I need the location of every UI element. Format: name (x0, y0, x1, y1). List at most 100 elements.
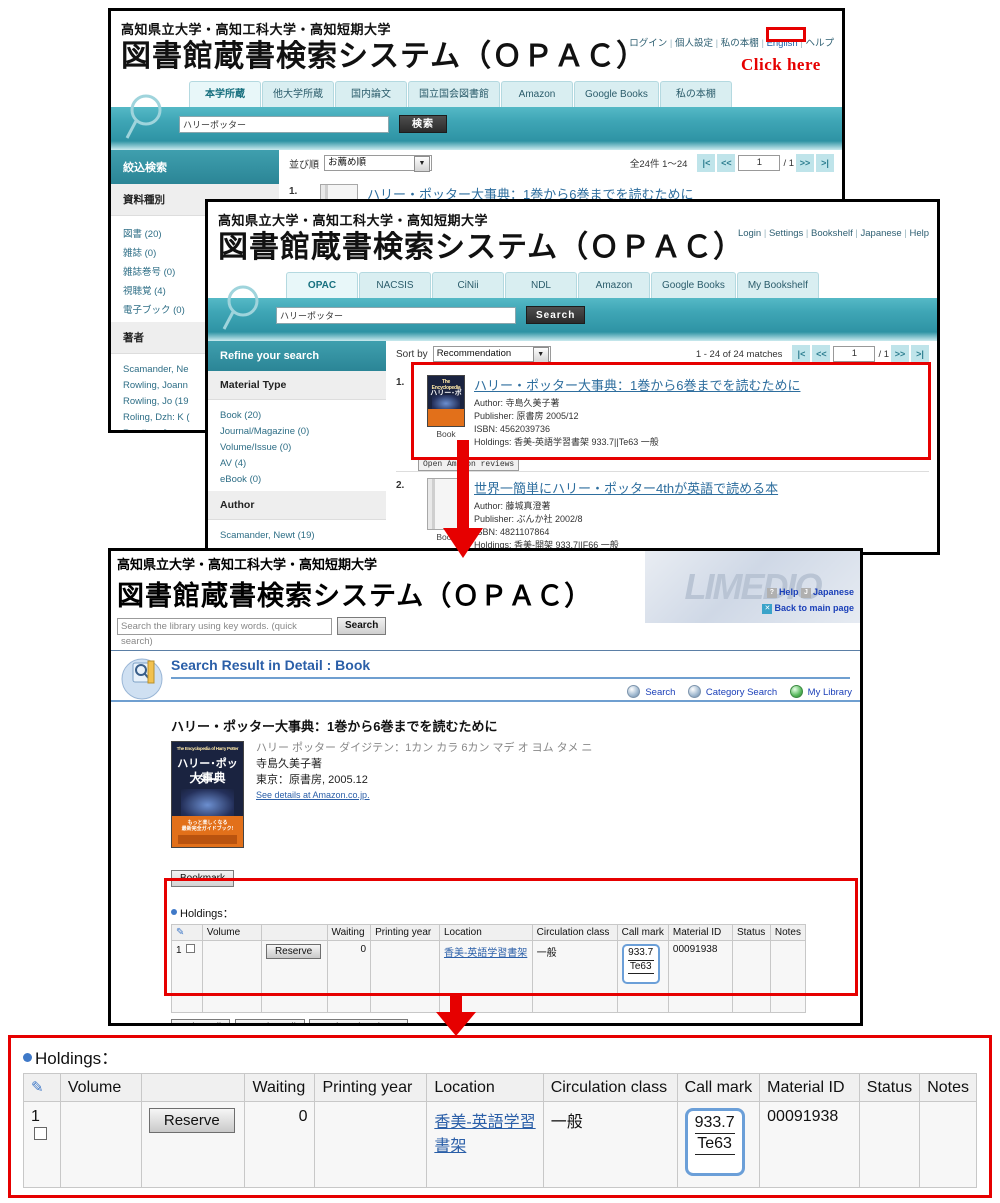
en-tab-amazon[interactable]: Amazon (578, 272, 650, 298)
jp-search-input[interactable]: ハリーポッター (179, 115, 389, 133)
en-link-settings[interactable]: Settings (769, 228, 803, 239)
jp-tab-cinii[interactable]: 国内論文 (335, 81, 407, 107)
en-facet-ebook[interactable]: eBook (0) (220, 471, 374, 487)
jp-tab-google-books[interactable]: Google Books (574, 81, 659, 107)
jp-page-input[interactable]: 1 (738, 155, 781, 171)
en-tab-google-books[interactable]: Google Books (651, 272, 736, 298)
quick-search-row: Search the library using key words. (qui… (117, 617, 387, 647)
holdings-row-action: Reserve (140, 1101, 246, 1188)
nav-my-library-link[interactable]: My Library (786, 685, 852, 698)
my-library-icon (789, 685, 803, 698)
detail-book-block: ハリー・ポッター大事典：1巻から6巻までを読むために The Encyclope… (111, 702, 860, 1023)
en-result-count: 1 - 24 of 24 matches (695, 348, 783, 360)
bookmark-button[interactable]: Bookmark (171, 870, 235, 887)
quick-search-button[interactable]: Search (337, 617, 387, 635)
library-globe-icon (121, 658, 163, 700)
en-prev-page-button[interactable]: << (812, 345, 831, 363)
arrow-holdings-to-zoom (436, 996, 476, 1036)
en-result-title[interactable]: ハリー・ポッター大事典：1巻から6巻までを読むために (474, 375, 929, 397)
en-author-1[interactable]: Scamander, Newt (19) (220, 527, 374, 543)
jp-link-bookshelf[interactable]: 私の本棚 (721, 38, 759, 49)
deselect-all-button[interactable]: Deselect All (234, 1019, 305, 1023)
en-link-help[interactable]: Help (909, 228, 929, 239)
detail-back-row: ✕ Back to main page (762, 603, 854, 614)
jp-last-page-button[interactable]: >| (816, 154, 834, 172)
en-search-bar: ハリーポッター Search (208, 285, 937, 341)
en-result-publisher: Publisher: 原書房 2005/12 (474, 411, 579, 422)
en-next-page-button[interactable]: >> (891, 345, 909, 363)
en-search-input[interactable]: ハリーポッター (276, 306, 516, 324)
en-search-button[interactable]: Search (526, 306, 586, 324)
holdings-col-action (140, 1073, 246, 1102)
jp-tab-nacsis[interactable]: 他大学所蔵 (262, 81, 334, 107)
jp-tab-ndl[interactable]: 国立国会図書館 (408, 81, 500, 107)
en-facet-av[interactable]: AV (4) (220, 455, 374, 471)
detail-japanese-link[interactable]: Japanese (813, 587, 854, 597)
detail-nav-row: Search Category Search My Library (111, 679, 860, 702)
holdings-row-notes (769, 940, 807, 1013)
holdings-col-pin: ✎ (171, 924, 203, 941)
holdings-row-index: 1 (23, 1101, 61, 1188)
nav-category-search-link[interactable]: Category Search (684, 685, 777, 698)
en-page-input[interactable]: 1 (833, 346, 876, 362)
reserve-button[interactable]: Reserve (265, 944, 322, 959)
jp-tab-opac[interactable]: 本学所蔵 (189, 81, 261, 107)
holdings-col-circulation-class: Circulation class (531, 924, 618, 941)
en-sidebar: Refine your search Material Type Book (2… (208, 341, 386, 552)
detail-help-links: ? Help J Japanese (766, 587, 854, 598)
book-cover-icon: The Encyclopediaハリー･ポッター (427, 375, 465, 427)
table-row: 1 Reserve 0 香美-英語学習書架 一般 933.7 Te63 0009… (171, 940, 807, 1013)
en-tab-nacsis[interactable]: NACSIS (359, 272, 431, 298)
holdings-row-checkbox[interactable] (34, 1127, 47, 1140)
detail-amazon-link[interactable]: See details at Amazon.co.jp. (256, 789, 592, 802)
en-link-bookshelf[interactable]: Bookshelf (811, 228, 853, 239)
en-link-login[interactable]: Login (738, 228, 761, 239)
en-link-japanese[interactable]: Japanese (861, 228, 902, 239)
en-facet-journal[interactable]: Journal/Magazine (0) (220, 423, 374, 439)
en-sort-select[interactable]: Recommendation (432, 346, 551, 363)
back-to-main-page-link[interactable]: Back to main page (774, 603, 854, 613)
reserve-button[interactable]: Reserve (148, 1108, 235, 1133)
en-top-links: Login | Settings | Bookshelf | Japanese … (737, 228, 929, 239)
en-facet-volume[interactable]: Volume/Issue (0) (220, 439, 374, 455)
holdings-col-waiting: Waiting (244, 1073, 316, 1102)
en-tab-my-bookshelf[interactable]: My Bookshelf (736, 272, 819, 298)
nav-search-link[interactable]: Search (623, 685, 675, 698)
holdings-col-pin: ✎ (23, 1073, 61, 1102)
jp-link-english[interactable]: English (767, 38, 798, 49)
en-facet-book[interactable]: Book (20) (220, 407, 374, 423)
call-mark-top: 933.7 (627, 947, 654, 961)
jp-tab-my-bookshelf[interactable]: 私の本棚 (659, 81, 732, 107)
en-result-holdings: Holdings: 香美-英語学習書架 933.7||Te63 一般 (474, 437, 659, 448)
quick-search-input[interactable]: Search the library using key words. (qui… (117, 617, 332, 647)
en-last-page-button[interactable]: >| (911, 345, 929, 363)
holdings-row-checkbox[interactable] (186, 944, 196, 953)
holdings-col-printing-year: Printing year (314, 1073, 428, 1102)
jp-sort-select[interactable]: お薦め順 (324, 155, 432, 172)
en-tab-opac[interactable]: OPAC (286, 272, 358, 298)
jp-link-settings[interactable]: 個人設定 (675, 38, 713, 49)
en-tab-cinii[interactable]: CiNii (432, 272, 504, 298)
holdings-col-material-id: Material ID (759, 1073, 860, 1102)
en-result-author: Author: 藤城真澄著 (474, 501, 551, 512)
jp-link-help[interactable]: ヘルプ (805, 38, 834, 49)
en-result-title[interactable]: 世界一簡単にハリー・ポッター4thが英語で読める本 (474, 478, 929, 500)
select-all-button[interactable]: Select All (171, 1019, 231, 1023)
jp-next-page-button[interactable]: >> (796, 154, 814, 172)
jp-first-page-button[interactable]: |< (697, 154, 716, 172)
call-mark-bottom: Te63 (694, 1134, 735, 1155)
en-tab-ndl[interactable]: NDL (505, 272, 577, 298)
jp-link-login[interactable]: ログイン (629, 38, 667, 49)
en-first-page-button[interactable]: |< (792, 345, 811, 363)
holdings-col-notes: Notes (919, 1073, 977, 1102)
detail-help-link[interactable]: Help (779, 587, 799, 597)
bullet-icon (171, 909, 177, 915)
holdings-row-notes (919, 1101, 977, 1188)
jp-search-button[interactable]: 検索 (399, 115, 447, 133)
bookmark-volume-button[interactable]: Bookmark Volume (309, 1019, 409, 1023)
jp-prev-page-button[interactable]: << (717, 154, 736, 172)
category-search-icon (687, 685, 701, 698)
table-row: 1 Reserve 0 香美-英語学習書架 一般 933.7 Te63 0009… (23, 1101, 977, 1188)
pin-icon: ✎ (176, 927, 185, 938)
jp-tab-amazon[interactable]: Amazon (501, 81, 573, 107)
